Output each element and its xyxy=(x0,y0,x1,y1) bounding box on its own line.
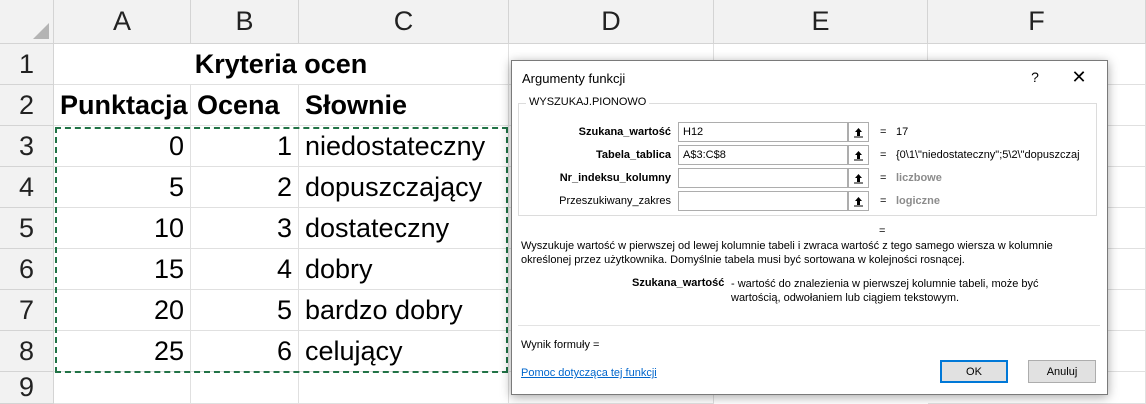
cell-c5[interactable]: dostateczny xyxy=(299,208,509,249)
collapse-dialog-button-3[interactable] xyxy=(848,168,869,188)
header-punktacja[interactable]: Punktacja xyxy=(54,85,191,126)
row-header-7[interactable]: 7 xyxy=(0,290,54,331)
select-all-corner[interactable] xyxy=(0,0,54,44)
arg-label-tabela-tablica: Tabela_tablica xyxy=(596,149,671,161)
title-cell[interactable]: Kryteria ocen xyxy=(54,44,509,85)
cell-b6[interactable]: 4 xyxy=(191,249,299,290)
cell-c9[interactable] xyxy=(299,372,509,404)
collapse-arrow-icon xyxy=(854,127,863,137)
cell-b3[interactable]: 1 xyxy=(191,126,299,167)
arg-label-szukana-wartosc: Szukana_wartość xyxy=(578,126,671,138)
arg-description-name: Szukana_wartość xyxy=(632,277,725,289)
cell-b5[interactable]: 3 xyxy=(191,208,299,249)
arg-input-nr-indeksu-kolumny[interactable] xyxy=(678,168,848,188)
arg-result-4: logiczne xyxy=(896,195,941,207)
arg-eq-3: = xyxy=(880,172,887,184)
row-header-5[interactable]: 5 xyxy=(0,208,54,249)
cell-a6[interactable]: 15 xyxy=(54,249,191,290)
row-header-4[interactable]: 4 xyxy=(0,167,54,208)
help-link[interactable]: Pomoc dotycząca tej funkcji xyxy=(521,367,657,379)
row-header-1[interactable]: 1 xyxy=(0,44,54,85)
function-name-label: WYSZUKAJ.PIONOWO xyxy=(526,96,650,108)
cell-c8[interactable]: celujący xyxy=(299,331,509,372)
close-icon[interactable]: ✕ xyxy=(1067,66,1091,88)
arg-eq-2: = xyxy=(880,149,887,161)
arg-eq-1: = xyxy=(880,126,887,138)
column-header-a[interactable]: A xyxy=(54,0,191,44)
collapse-dialog-button-4[interactable] xyxy=(848,191,869,211)
cell-c7[interactable]: bardzo dobry xyxy=(299,290,509,331)
row-header-9[interactable]: 9 xyxy=(0,372,54,404)
cancel-button[interactable]: Anuluj xyxy=(1028,360,1096,383)
function-description: Wyszukuje wartość w pierwszej od lewej k… xyxy=(521,240,1053,266)
cell-a7[interactable]: 20 xyxy=(54,290,191,331)
arg-eq-4: = xyxy=(880,195,887,207)
cell-a3[interactable]: 0 xyxy=(54,126,191,167)
cell-c3[interactable]: niedostateczny xyxy=(299,126,509,167)
help-icon[interactable]: ? xyxy=(1024,66,1046,88)
collapse-dialog-button-2[interactable] xyxy=(848,145,869,165)
collapse-arrow-icon xyxy=(854,196,863,206)
arg-label-przeszukiwany-zakres: Przeszukiwany_zakres xyxy=(559,195,671,207)
arg-result-2: {0\1\"niedostateczny";5\2\"dopuszczaj xyxy=(896,149,1080,161)
cell-c4[interactable]: dopuszczający xyxy=(299,167,509,208)
arg-input-tabela-tablica[interactable] xyxy=(678,145,848,165)
cell-b4[interactable]: 2 xyxy=(191,167,299,208)
collapse-dialog-button-1[interactable] xyxy=(848,122,869,142)
arg-result-3: liczbowe xyxy=(896,172,942,184)
cell-c6[interactable]: dobry xyxy=(299,249,509,290)
collapse-arrow-icon xyxy=(854,173,863,183)
column-header-d[interactable]: D xyxy=(509,0,714,44)
header-ocena[interactable]: Ocena xyxy=(191,85,299,126)
function-result-eq: = xyxy=(879,225,886,237)
header-slownie[interactable]: Słownie xyxy=(299,85,509,126)
arg-result-1: 17 xyxy=(896,126,909,138)
cell-a8[interactable]: 25 xyxy=(54,331,191,372)
row-header-6[interactable]: 6 xyxy=(0,249,54,290)
arg-input-szukana-wartosc[interactable] xyxy=(678,122,848,142)
formula-result: Wynik formuły = xyxy=(521,339,600,351)
dialog-title: Argumenty funkcji xyxy=(522,71,626,86)
cell-b7[interactable]: 5 xyxy=(191,290,299,331)
arg-description-text: - wartość do znalezienia w pierwszej kol… xyxy=(731,278,1039,304)
cell-a4[interactable]: 5 xyxy=(54,167,191,208)
cell-a5[interactable]: 10 xyxy=(54,208,191,249)
ok-button[interactable]: OK xyxy=(940,360,1008,383)
row-header-8[interactable]: 8 xyxy=(0,331,54,372)
row-header-3[interactable]: 3 xyxy=(0,126,54,167)
arg-input-przeszukiwany-zakres[interactable] xyxy=(678,191,848,211)
collapse-arrow-icon xyxy=(854,150,863,160)
column-header-e[interactable]: E xyxy=(714,0,928,44)
column-header-b[interactable]: B xyxy=(191,0,299,44)
row-header-2[interactable]: 2 xyxy=(0,85,54,126)
function-arguments-dialog: Argumenty funkcji ? ✕ WYSZUKAJ.PIONOWO S… xyxy=(511,60,1108,395)
cell-a9[interactable] xyxy=(54,372,191,404)
arg-label-nr-indeksu-kolumny: Nr_indeksu_kolumny xyxy=(559,172,671,184)
cell-b9[interactable] xyxy=(191,372,299,404)
column-header-c[interactable]: C xyxy=(299,0,509,44)
cell-b8[interactable]: 6 xyxy=(191,331,299,372)
divider xyxy=(518,325,1100,326)
column-header-f[interactable]: F xyxy=(928,0,1146,44)
